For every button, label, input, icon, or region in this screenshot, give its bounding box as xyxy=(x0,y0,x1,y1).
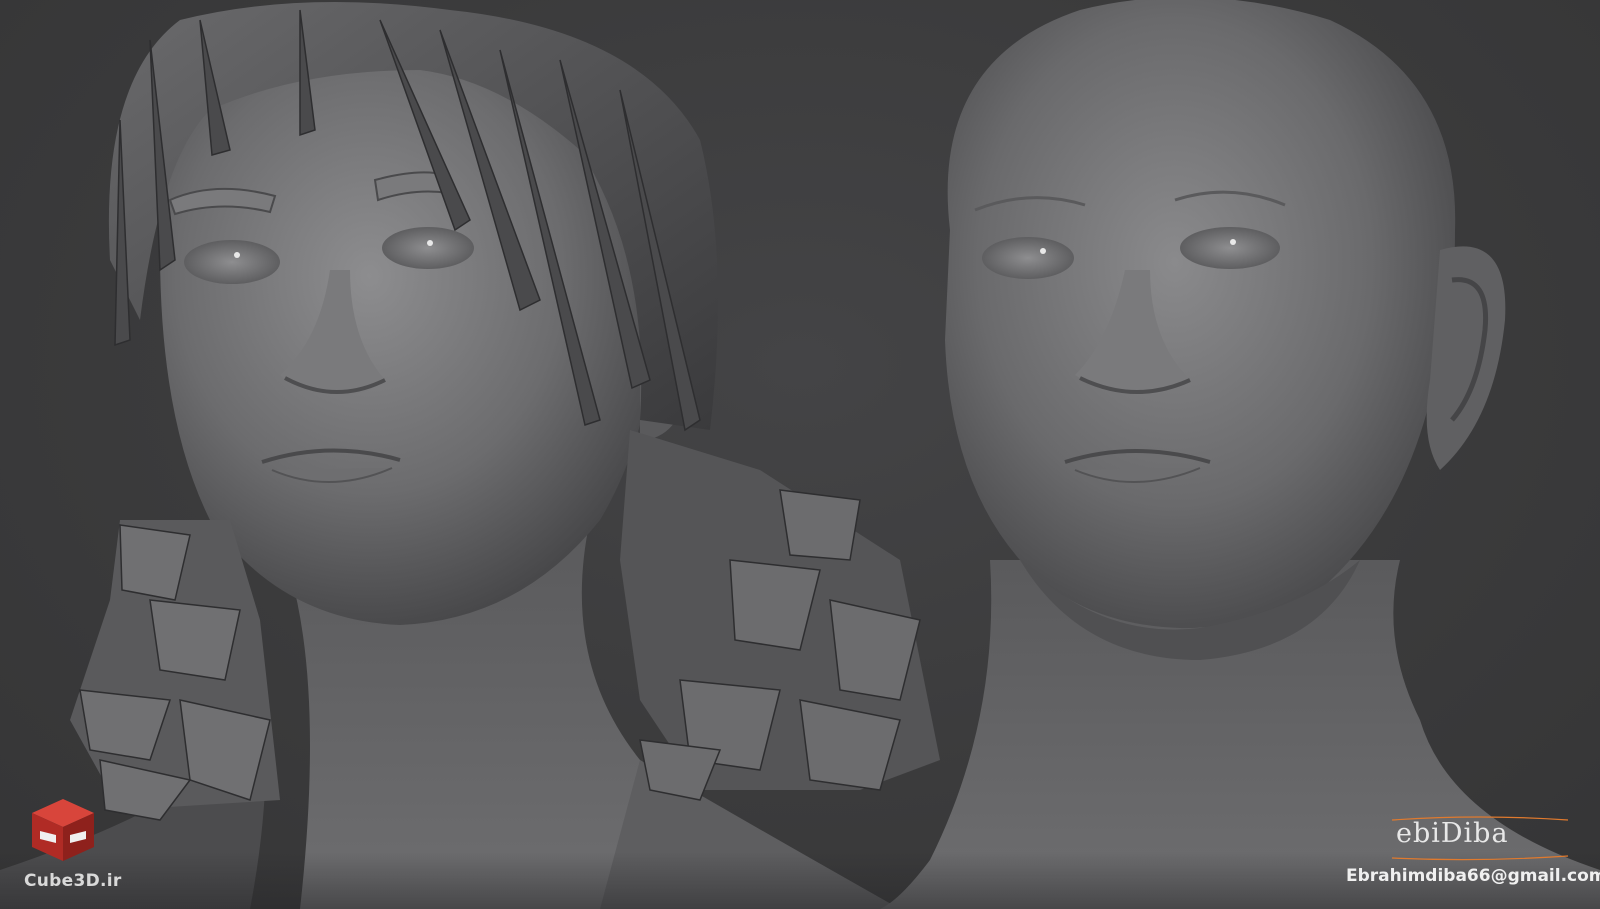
site-watermark: Cube3D.ir xyxy=(22,795,121,905)
artist-signature: ebiDiba xyxy=(1390,814,1570,862)
sculpt-render xyxy=(0,0,1600,909)
left-bust-with-hair xyxy=(0,2,940,909)
contact-email: Ebrahimdiba66@gmail.com xyxy=(1346,866,1600,886)
render-canvas: Cube3D.ir ebiDiba Ebrahimdiba66@gmail.co… xyxy=(0,0,1600,909)
site-label: Cube3D.ir xyxy=(24,871,122,891)
signature-text: ebiDiba xyxy=(1396,818,1509,849)
cube-logo-icon xyxy=(32,799,94,861)
right-bust-bald xyxy=(880,0,1600,909)
